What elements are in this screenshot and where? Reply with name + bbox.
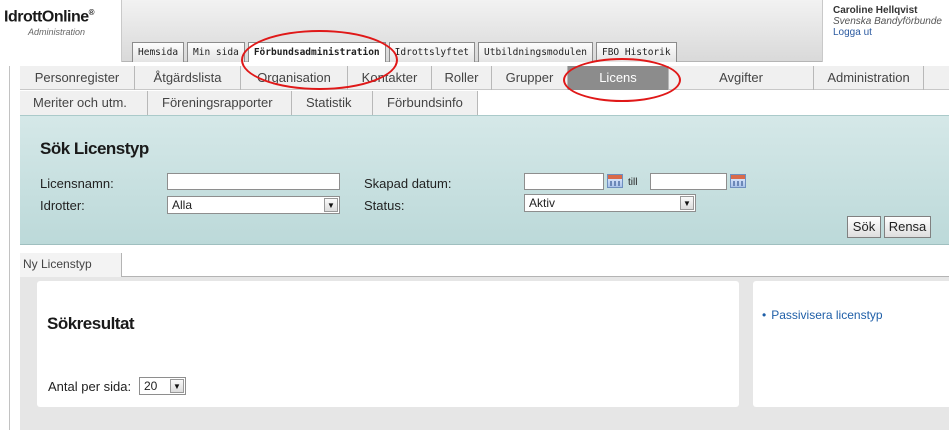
results-title: Sökresultat <box>47 314 135 333</box>
tab-utbildningsmodulen[interactable]: Utbildningsmodulen <box>478 42 593 62</box>
user-panel: Caroline Hellqvist Svenska Bandyförbunde… <box>822 0 949 62</box>
calendar-icon[interactable] <box>730 174 746 188</box>
bullet-icon: • <box>762 308 767 322</box>
skapad-to-input[interactable] <box>650 173 727 190</box>
licensnamn-input[interactable] <box>167 173 340 190</box>
logout-link[interactable]: Logga ut <box>833 27 949 38</box>
idrotter-select[interactable]: Alla ▼ <box>167 196 340 214</box>
app-header: IdrottOnline® Administration Hemsida Min… <box>0 0 949 62</box>
nav-organisation[interactable]: Organisation <box>241 66 348 90</box>
main-nav: Personregister Åtgärdslista Organisation… <box>20 66 949 90</box>
status-label: Status: <box>364 198 405 213</box>
idrotter-value: Alla <box>172 198 193 212</box>
per-page-value: 20 <box>144 379 158 393</box>
chevron-down-icon[interactable]: ▼ <box>680 196 694 210</box>
user-organization: Svenska Bandyförbunde <box>833 16 942 27</box>
nav-forbundsinfo[interactable]: Förbundsinfo <box>373 91 478 115</box>
licensnamn-label: Licensnamn: <box>40 176 114 191</box>
search-button[interactable]: Sök <box>847 216 881 238</box>
user-name: Caroline Hellqvist <box>833 5 918 16</box>
sub-nav: Meriter och utm. Föreningsrapporter Stat… <box>20 91 478 115</box>
nav-meriter[interactable]: Meriter och utm. <box>20 91 148 115</box>
passivisera-link-label: Passivisera licenstyp <box>771 308 883 322</box>
search-title: Sök Licenstyp <box>40 139 149 158</box>
skapad-from-input[interactable] <box>524 173 604 190</box>
till-label: till <box>628 177 638 188</box>
nav-atgardslista[interactable]: Åtgärdslista <box>135 66 241 90</box>
tab-fbo-historik[interactable]: FBO Historik <box>595 42 677 62</box>
tab-idrottslyftet[interactable]: Idrottslyftet <box>388 42 476 62</box>
tab-ny-licenstyp[interactable]: Ny Licenstyp <box>20 253 122 277</box>
results-tabbar: Ny Licenstyp <box>20 253 949 277</box>
tab-min-sida[interactable]: Min sida <box>187 42 245 62</box>
nav-administration[interactable]: Administration <box>814 66 924 90</box>
nav-kontakter[interactable]: Kontakter <box>348 66 432 90</box>
skapad-datum-label: Skapad datum: <box>364 176 452 191</box>
idrotter-label: Idrotter: <box>40 198 85 213</box>
search-panel: Sök Licenstyp Licensnamn: Idrotter: Alla… <box>20 115 949 245</box>
logo[interactable]: IdrottOnline® Administration <box>0 0 122 62</box>
nav-avgifter[interactable]: Avgifter <box>669 66 814 90</box>
nav-personregister[interactable]: Personregister <box>20 66 135 90</box>
passivisera-link[interactable]: • Passivisera licenstyp <box>762 308 883 322</box>
chevron-down-icon[interactable]: ▼ <box>170 379 184 393</box>
tab-hemsida[interactable]: Hemsida <box>132 42 185 62</box>
nav-licens[interactable]: Licens <box>568 66 669 90</box>
status-value: Aktiv <box>529 196 556 210</box>
results-panel: Sökresultat Antal per sida: 20 ▼ <box>37 281 739 407</box>
calendar-icon[interactable] <box>607 174 623 188</box>
nav-statistik[interactable]: Statistik <box>292 91 373 115</box>
logo-subtitle: Administration <box>28 27 86 37</box>
logo-title: IdrottOnline® <box>4 8 95 26</box>
nav-roller[interactable]: Roller <box>432 66 492 90</box>
nav-grupper[interactable]: Grupper <box>492 66 568 90</box>
tab-forbundsadministration[interactable]: Förbundsadministration <box>247 42 386 62</box>
actions-panel: • Passivisera licenstyp <box>753 281 949 407</box>
status-select[interactable]: Aktiv ▼ <box>524 194 696 212</box>
chevron-down-icon[interactable]: ▼ <box>324 198 338 212</box>
per-page-select[interactable]: 20 ▼ <box>139 377 186 395</box>
top-tabs: Hemsida Min sida Förbundsadministration … <box>132 42 677 62</box>
nav-foreningsrapporter[interactable]: Föreningsrapporter <box>148 91 292 115</box>
per-page-label: Antal per sida: <box>48 379 132 394</box>
left-border <box>9 66 10 430</box>
clear-button[interactable]: Rensa <box>884 216 931 238</box>
